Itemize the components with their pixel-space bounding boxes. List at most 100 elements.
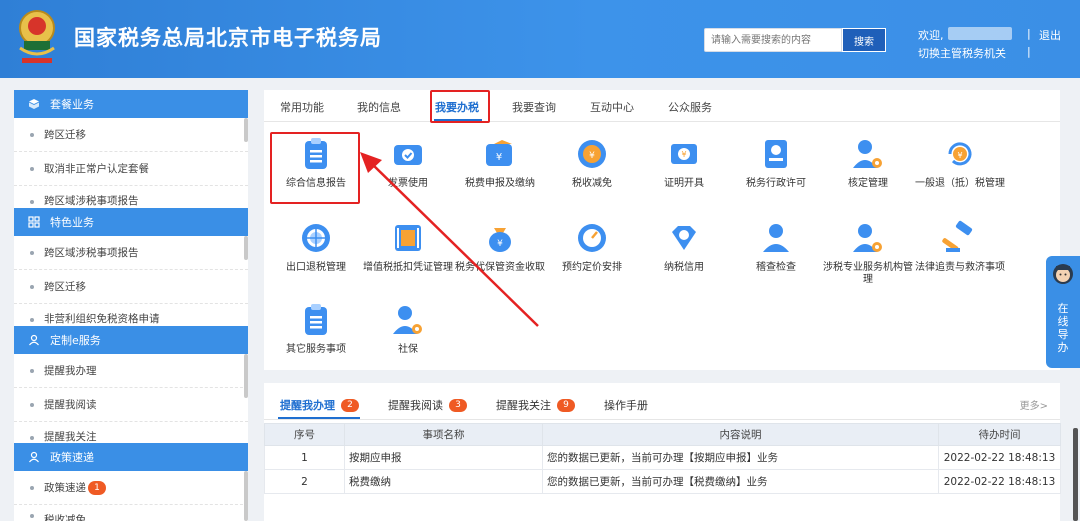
function-item[interactable]: ¥ 税费申报及缴纳 bbox=[452, 136, 548, 216]
function-item[interactable]: 出口退税管理 bbox=[268, 220, 364, 300]
sidebar-item[interactable]: 提醒我关注 bbox=[14, 422, 248, 444]
tab-my-info[interactable]: 我的信息 bbox=[357, 99, 401, 115]
separator: | bbox=[1027, 45, 1031, 58]
count-badge: 1 bbox=[88, 480, 106, 495]
list-icon bbox=[298, 302, 334, 338]
function-item[interactable]: 其它服务事项 bbox=[268, 302, 364, 382]
column-header: 序号 bbox=[264, 423, 345, 446]
highlight-box bbox=[430, 90, 490, 123]
online-guide-label: 在线导办 bbox=[1057, 302, 1069, 354]
tab-remind-follow[interactable]: 提醒我关注 9 bbox=[496, 397, 575, 413]
sidebar-item[interactable]: 跨区域涉税事项报告 bbox=[14, 236, 248, 270]
function-item[interactable]: 法律追责与救济事项 bbox=[912, 220, 1008, 300]
function-item[interactable]: 税务行政许可 bbox=[728, 136, 824, 216]
column-header: 内容说明 bbox=[542, 423, 939, 446]
sidebar-section-custom[interactable]: 定制e服务 bbox=[14, 326, 248, 354]
sidebar-item[interactable]: 提醒我办理 bbox=[14, 354, 248, 388]
function-item[interactable]: 纳税信用 bbox=[636, 220, 732, 300]
ticket-icon bbox=[390, 136, 426, 172]
diamond-icon bbox=[666, 220, 702, 256]
count-badge: 9 bbox=[557, 398, 575, 412]
table-header-row: 序号 事项名称 内容说明 待办时间 bbox=[264, 423, 1061, 446]
function-label: 纳税信用 bbox=[664, 262, 704, 273]
more-link[interactable]: 更多> bbox=[1020, 397, 1048, 412]
sidebar-section-featured[interactable]: 特色业务 bbox=[14, 208, 248, 236]
svg-text:¥: ¥ bbox=[957, 151, 962, 160]
sidebar-section-package[interactable]: 套餐业务 bbox=[14, 90, 248, 118]
user-icon bbox=[28, 451, 40, 463]
username-blurred bbox=[948, 27, 1012, 40]
logout-link[interactable]: 退出 bbox=[1039, 27, 1061, 43]
svg-text:¥: ¥ bbox=[497, 239, 503, 249]
page-scrollbar[interactable] bbox=[1073, 428, 1078, 521]
function-item[interactable]: 社保 bbox=[360, 302, 456, 382]
sidebar-item[interactable]: 非营利组织免税资格申请 bbox=[14, 304, 248, 326]
function-label: 税务代保管资金收取 bbox=[455, 262, 545, 273]
tab-remind-handle[interactable]: 提醒我办理 2 bbox=[280, 397, 359, 413]
sidebar-section-title: 政策速递 bbox=[50, 451, 94, 464]
user-tie-icon bbox=[850, 220, 886, 256]
sidebar-section-title: 特色业务 bbox=[50, 216, 94, 229]
sidebar-item[interactable]: 跨区迁移 bbox=[14, 118, 248, 152]
function-label: 税务行政许可 bbox=[746, 178, 806, 189]
sidebar-item[interactable]: 取消非正常户认定套餐 bbox=[14, 152, 248, 186]
sidebar-section-policy[interactable]: 政策速递 bbox=[14, 443, 248, 471]
sidebar-item[interactable]: 政策速递 1 bbox=[14, 471, 248, 505]
grid-icon bbox=[28, 216, 40, 228]
count-badge: 3 bbox=[449, 398, 467, 412]
table-row[interactable]: 2 税费缴纳 您的数据已更新，当前可办理【税费缴纳】业务 2022-02-22 … bbox=[264, 469, 1061, 494]
tab-remind-read[interactable]: 提醒我阅读 3 bbox=[388, 397, 467, 413]
table-row[interactable]: 1 按期应申报 您的数据已更新，当前可办理【按期应申报】业务 2022-02-2… bbox=[264, 445, 1061, 470]
function-label: 预约定价安排 bbox=[562, 262, 622, 273]
sidebar-item[interactable]: 跨区域涉税事项报告 bbox=[14, 186, 248, 208]
function-label: 核定管理 bbox=[848, 178, 888, 189]
gavel-icon bbox=[942, 220, 978, 256]
scrollbar[interactable] bbox=[244, 236, 248, 260]
function-item[interactable]: ¥ 证明开具 bbox=[636, 136, 732, 216]
tab-common[interactable]: 常用功能 bbox=[280, 99, 324, 115]
svg-text:¥: ¥ bbox=[496, 152, 502, 163]
wallet-icon: ¥ bbox=[482, 136, 518, 172]
todo-table: 序号 事项名称 内容说明 待办时间 1 按期应申报 您的数据已更新，当前可办理【… bbox=[264, 423, 1061, 494]
function-label: 其它服务事项 bbox=[286, 344, 346, 355]
tab-public-service[interactable]: 公众服务 bbox=[668, 99, 712, 115]
scrollbar[interactable] bbox=[244, 118, 248, 142]
coin-icon: ¥ bbox=[574, 136, 610, 172]
tab-manual[interactable]: 操作手册 bbox=[604, 397, 648, 413]
user-settings-icon bbox=[390, 302, 426, 338]
count-badge: 2 bbox=[341, 398, 359, 412]
tab-query[interactable]: 我要查询 bbox=[512, 99, 556, 115]
function-item[interactable]: 涉税专业服务机构管理 bbox=[820, 220, 916, 300]
function-item[interactable]: 发票使用 bbox=[360, 136, 456, 216]
function-label: 发票使用 bbox=[388, 178, 428, 189]
column-header: 待办时间 bbox=[938, 423, 1061, 446]
function-item[interactable]: ¥ 税务代保管资金收取 bbox=[452, 220, 548, 300]
separator: | bbox=[1027, 27, 1031, 40]
film-icon bbox=[390, 220, 426, 256]
function-item[interactable]: ¥ 一般退（抵）税管理 bbox=[912, 136, 1008, 216]
function-item[interactable]: 增值税抵扣凭证管理 bbox=[360, 220, 456, 300]
tax-emblem-icon bbox=[19, 10, 55, 63]
sidebar-item[interactable]: 提醒我阅读 bbox=[14, 388, 248, 422]
function-label: 出口退税管理 bbox=[286, 262, 346, 273]
function-label: 税费申报及缴纳 bbox=[465, 178, 535, 189]
function-item[interactable]: ¥ 税收减免 bbox=[544, 136, 640, 216]
sidebar-item[interactable]: 税收减免 bbox=[14, 505, 248, 521]
function-item[interactable]: 稽查检查 bbox=[728, 220, 824, 300]
function-label: 证明开具 bbox=[664, 178, 704, 189]
certificate-icon: ¥ bbox=[666, 136, 702, 172]
function-item[interactable]: 预约定价安排 bbox=[544, 220, 640, 300]
search-button[interactable]: 搜索 bbox=[842, 28, 886, 52]
scrollbar[interactable] bbox=[244, 354, 248, 398]
tab-interaction[interactable]: 互动中心 bbox=[590, 99, 634, 115]
function-item[interactable]: 核定管理 bbox=[820, 136, 916, 216]
scrollbar[interactable] bbox=[244, 471, 248, 521]
search-input[interactable] bbox=[704, 28, 842, 52]
function-panel: 常用功能 我的信息 我要办税 我要查询 互动中心 公众服务 综合信息报告 发票使用… bbox=[264, 90, 1060, 370]
switch-org-link[interactable]: 切换主管税务机关 bbox=[918, 45, 1006, 61]
function-label: 法律追责与救济事项 bbox=[915, 262, 1005, 273]
sidebar-item[interactable]: 跨区迁移 bbox=[14, 270, 248, 304]
online-guide-button[interactable]: 在线导办 bbox=[1046, 256, 1080, 368]
function-label: 税收减免 bbox=[572, 178, 612, 189]
column-header: 事项名称 bbox=[344, 423, 543, 446]
